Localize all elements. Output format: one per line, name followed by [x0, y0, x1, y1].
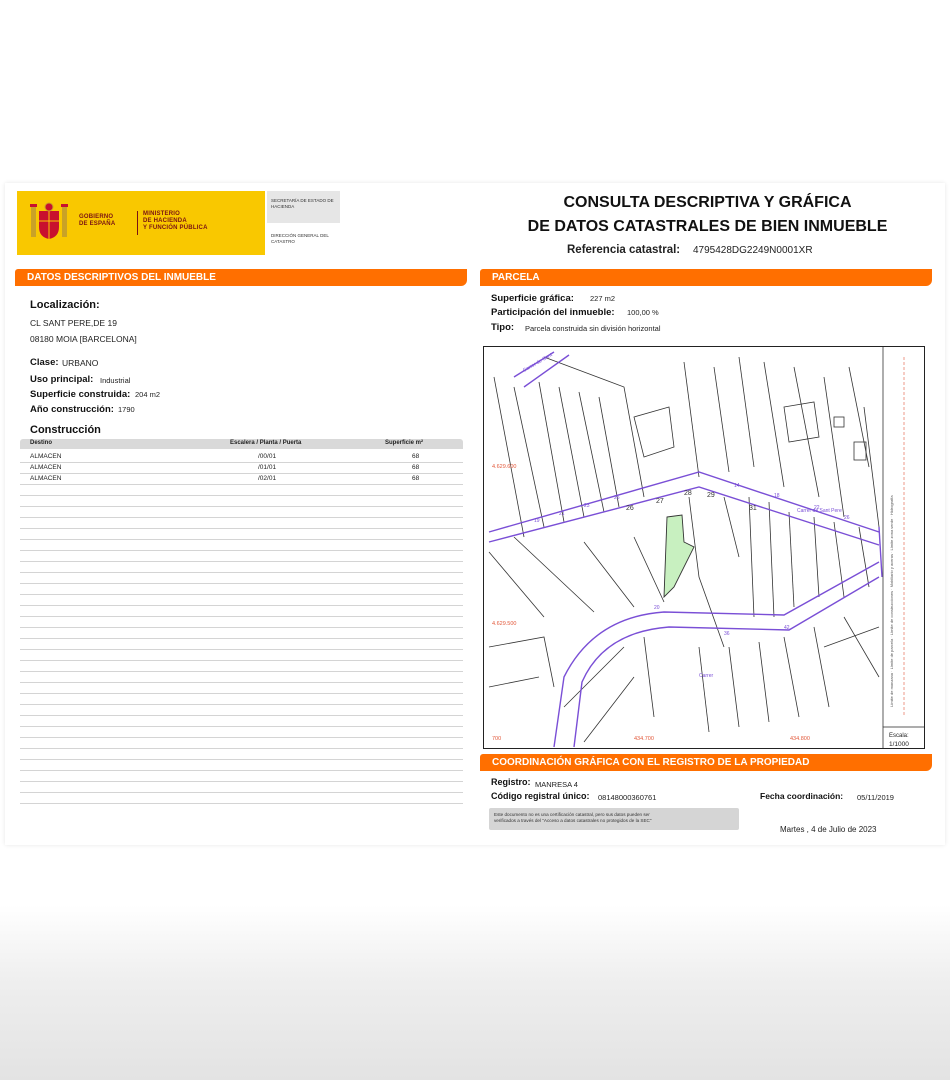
background-fade [0, 905, 950, 1080]
column-destino: Destino [30, 440, 53, 446]
gov-line-2: DE ESPAÑA [79, 221, 116, 227]
clase-label: Clase: [30, 357, 59, 368]
svg-text:14: 14 [734, 483, 740, 489]
document-title-line-2: DE DATOS CATASTRALES DE BIEN INMUEBLE [527, 218, 888, 235]
cell-destino: ALMACEN [30, 453, 62, 460]
svg-text:21: 21 [559, 511, 565, 517]
anio-construccion-label: Año construcción: [30, 404, 114, 415]
svg-text:23: 23 [584, 503, 590, 509]
construccion-title: Construcción [30, 424, 101, 436]
svg-text:20: 20 [654, 605, 660, 611]
government-logo-band: GOBIERNO DE ESPAÑA MINISTERIO DE HACIEND… [17, 191, 265, 255]
codigo-registral-label: Código registral único: [491, 791, 590, 801]
cell-destino: ALMACEN [30, 475, 62, 482]
datos-descriptivos-header: DATOS DESCRIPTIVOS DEL INMUEBLE [15, 269, 467, 286]
tipo-value: Parcela construida sin división horizont… [525, 324, 661, 333]
plot-number-29: 29 [707, 492, 715, 499]
svg-text:Carrer de Sant Pere: Carrer de Sant Pere [797, 508, 842, 514]
address-line-1: CL SANT PERE,DE 19 [30, 318, 117, 328]
parcela-header: PARCELA [480, 269, 932, 286]
plot-number-31: 31 [749, 505, 757, 512]
svg-text:18: 18 [774, 493, 780, 499]
cell-superficie: 68 [412, 464, 420, 471]
cell-planta: /02/01 [258, 475, 277, 482]
codigo-registral-value: 08148000360761 [598, 793, 657, 802]
table-row-empty [20, 792, 463, 804]
cell-planta: /00/01 [258, 453, 277, 460]
cadastral-map[interactable]: 19 21 23 25 14 18 22 26 20 36 42 Carrer Carrer … [483, 346, 925, 749]
svg-text:25: 25 [614, 495, 620, 501]
localizacion-label: Localización: [30, 299, 100, 311]
svg-text:36: 36 [724, 631, 730, 637]
superficie-grafica-label: Superficie gráfica: [491, 293, 574, 304]
plot-number-27: 27 [656, 498, 664, 505]
map-legend-vertical: Límite de manzana · Límite de parcela · … [889, 495, 894, 707]
clase-value: URBANO [62, 358, 99, 368]
participacion-label: Participación del inmueble: [491, 307, 615, 318]
coord-n1: 4.629.600 [492, 464, 516, 470]
cadastral-document: GOBIERNO DE ESPAÑA MINISTERIO DE HACIEND… [5, 183, 945, 845]
cell-superficie: 68 [412, 475, 420, 482]
notice-box: Este documento no es una certificación c… [489, 808, 739, 830]
coat-of-arms-icon [30, 202, 68, 239]
superficie-grafica-value: 227 m2 [590, 294, 616, 303]
svg-text:Carrer: Carrer [699, 673, 714, 679]
svg-text:26: 26 [844, 515, 850, 521]
svg-text:19: 19 [534, 518, 540, 524]
coord-n2: 4.629.500 [492, 621, 516, 627]
cell-superficie: 68 [412, 453, 420, 460]
tipo-label: Tipo: [491, 322, 515, 333]
registro-label: Registro: [491, 777, 531, 787]
secretaria-text: SECRETARÍA DE ESTADO DE HACIENDA [271, 198, 334, 209]
coord-e1: 700 [492, 736, 501, 742]
column-superficie: Superficie m² [385, 440, 424, 446]
table-header: Destino Escalera / Planta / Puerta Super… [20, 439, 463, 449]
cell-planta: /01/01 [258, 464, 277, 471]
cell-destino: ALMACEN [30, 464, 62, 471]
participacion-value: 100,00 % [627, 308, 659, 317]
coordinacion-header: COORDINACIÓN GRÁFICA CON EL REGISTRO DE … [480, 754, 932, 771]
secretaria-box: SECRETARÍA DE ESTADO DE HACIENDA [267, 191, 340, 223]
scale-label: Escala: [889, 733, 909, 739]
uso-principal-label: Uso principal: [30, 374, 94, 385]
map-drawing: 192123 251418 2226 203642 Carrer Carrer … [488, 347, 924, 748]
document-title-line-1: CONSULTA DESCRIPTIVA Y GRÁFICA [563, 194, 852, 211]
address-line-2: 08180 MOIA [BARCELONA] [30, 334, 137, 344]
coord-e3: 434.800 [790, 736, 810, 742]
ministry-line-2: DE HACIENDA [143, 218, 187, 224]
gov-line-1: GOBIERNO [79, 214, 114, 220]
column-planta: Escalera / Planta / Puerta [230, 440, 302, 446]
construccion-table: Destino Escalera / Planta / Puerta Super… [20, 439, 463, 804]
anio-construccion-value: 1790 [118, 405, 135, 414]
svg-text:Carrer de Sant: Carrer de Sant [522, 352, 554, 374]
superficie-construida-value: 204 m2 [135, 390, 161, 399]
registro-value: MANRESA 4 [535, 780, 578, 789]
uso-principal-value: Industrial [100, 376, 131, 385]
svg-text:42: 42 [784, 625, 790, 631]
ministry-line-1: MINISTERIO [143, 211, 181, 217]
scale-value: 1/1000 [889, 741, 909, 748]
superficie-construida-label: Superficie construida: [30, 389, 131, 400]
ref-catastral-label: Referencia catastral: [567, 244, 681, 256]
coord-e2: 434.700 [634, 736, 654, 742]
ministry-line-3: Y FUNCIÓN PÚBLICA [143, 225, 208, 231]
direccion-text: DIRECCIÓN GENERAL DEL CATASTRO [271, 233, 329, 244]
notice-line-2: verificados a través del "Acceso a datos… [494, 818, 652, 823]
notice-line-1: Este documento no es una certificación c… [494, 812, 650, 817]
plot-number-26: 26 [626, 505, 634, 512]
ref-catastral-value: 4795428DG2249N0001XR [693, 245, 813, 256]
fecha-coordinacion-label: Fecha coordinación: [760, 791, 844, 801]
document-date: Martes , 4 de Julio de 2023 [780, 825, 877, 834]
fecha-coordinacion-value: 05/11/2019 [857, 793, 894, 802]
plot-number-28: 28 [684, 490, 692, 497]
